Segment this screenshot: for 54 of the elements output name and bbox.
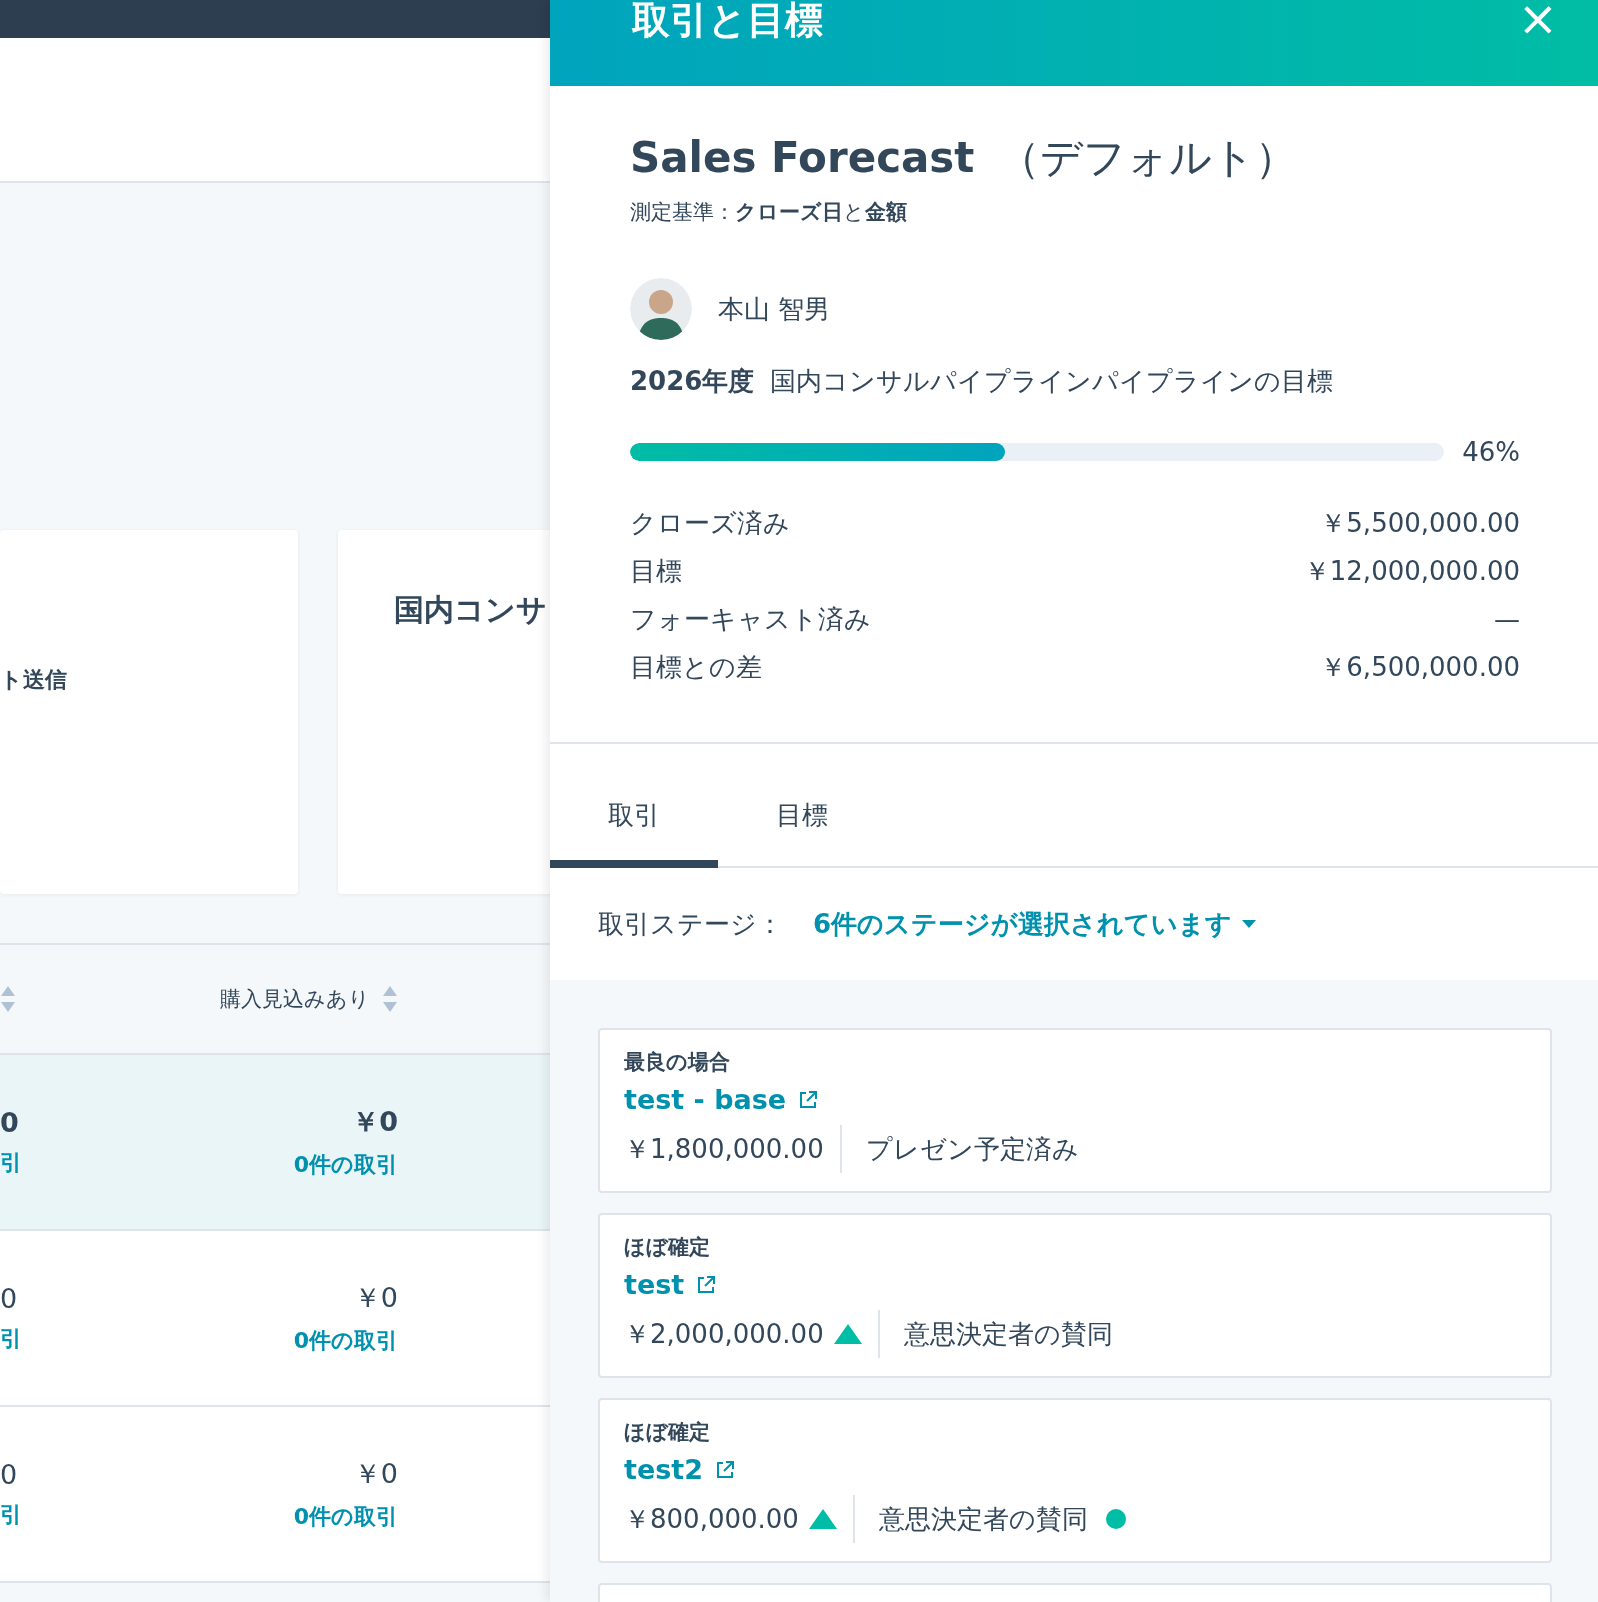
tab[interactable]: 取引 [550,744,718,868]
table-cell-text: ￥0 [353,1457,398,1491]
external-link-icon [715,1459,735,1480]
metric-value: ￥5,500,000.00 [1320,506,1520,540]
metric-label: 目標 [630,554,682,588]
stage-dropdown[interactable]: 6件のステージが選択されています [813,906,1257,942]
deal-stage: 意思決定者の賛同 [903,1317,1113,1351]
caret-icon [1242,920,1257,928]
panel-title: 取引と目標 [632,0,823,40]
table-cell-text: ￥0 [352,1105,398,1139]
forecast-suffix: （デフォルト） [998,133,1298,182]
card-label: ト送信 [0,667,67,692]
deals-link[interactable]: 引 [0,1323,22,1354]
deal-amount: ￥800,000.00 [624,1502,799,1536]
measure-basis: 測定基準：クローズ日と金額 [630,199,908,226]
close-button[interactable]: × [1517,0,1558,36]
table-cell-text: 0 [0,1106,20,1138]
card-title: 国内コンサ [394,592,547,627]
deal-stage: プレゼン予定済み [865,1132,1079,1166]
metric-value: ￥12,000,000.00 [1303,554,1520,588]
deal-link[interactable]: test [624,1269,717,1300]
tab[interactable]: 目標 [718,744,886,868]
deal-link[interactable]: test2 [624,1454,735,1485]
deals-link[interactable]: 引 [0,1499,22,1530]
deal-amount: ￥2,000,000.00 [624,1317,824,1351]
deals-link[interactable]: 引 [0,1147,22,1178]
deal-category: ほぼ確定 [624,1234,711,1261]
filter-label: 取引ステージ： [598,907,783,941]
metric-value: ￥6,500,000.00 [1320,650,1520,684]
deals-link[interactable]: 0件の取引 [293,1502,398,1532]
deal-stage: 意思決定者の賛同 [878,1502,1088,1536]
external-link-icon [798,1089,819,1110]
metric-label: 目標との差 [630,650,762,684]
deal-category: ほぼ確定 [624,1419,711,1446]
table-cell-text: 0 [0,1458,19,1490]
metric-label: フォーキャスト済み [630,602,871,636]
goal-year: 2026年度 [630,365,755,398]
metric-label: クローズ済み [630,506,790,540]
external-link-icon [696,1274,717,1295]
metric-value: — [1494,604,1520,634]
goal-name: 国内コンサルパイプラインパイプラインの目標 [770,365,1334,398]
deal-link[interactable]: test - base [624,1084,819,1115]
deals-link[interactable]: 0件の取引 [293,1150,398,1180]
sort-icon [0,984,16,1014]
forecast-name: Sales Forecast [630,133,975,182]
deals-link[interactable]: 0件の取引 [293,1326,398,1356]
deal-amount: ￥1,800,000.00 [624,1132,824,1166]
column-header[interactable]: 購入見込みあり [220,985,370,1013]
table-cell-text: ￥0 [353,1281,398,1315]
progress-percent: 46% [1462,437,1520,467]
deal-category: 最良の場合 [624,1049,731,1076]
sort-icon [382,984,398,1014]
table-cell-text: 0 [0,1282,19,1314]
owner-name: 本山 智男 [718,292,831,326]
